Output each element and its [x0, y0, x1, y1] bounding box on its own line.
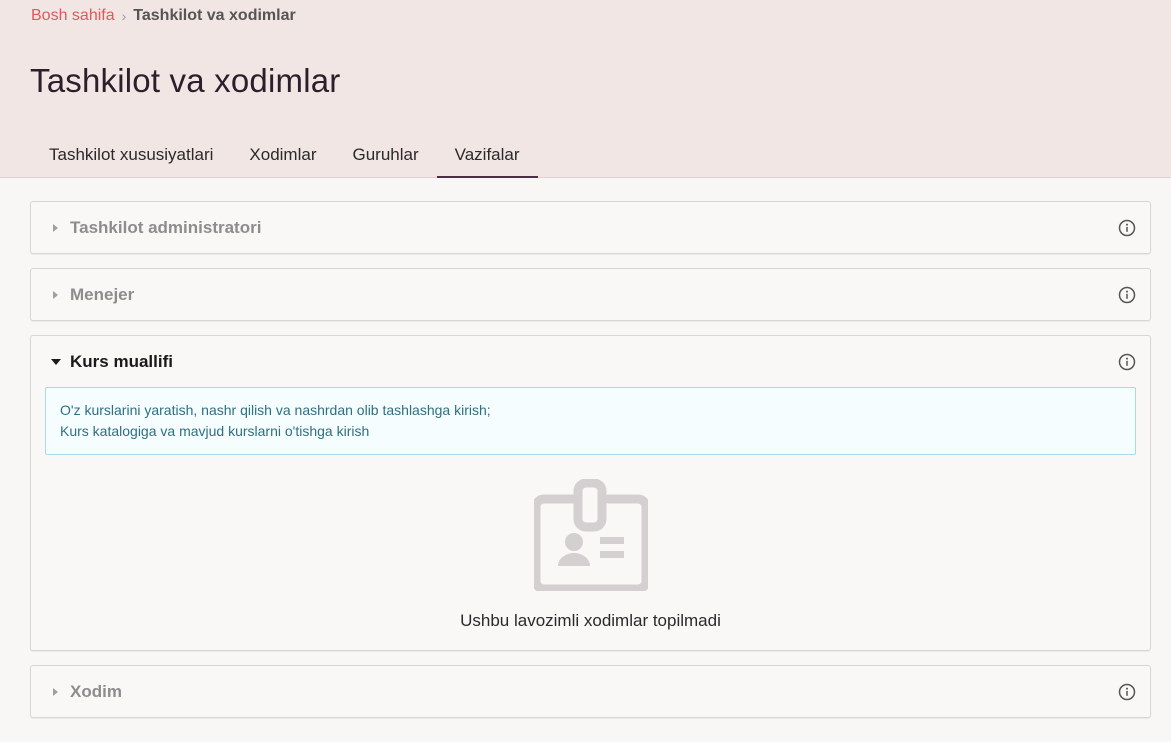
empty-state-text: Ushbu lavozimli xodimlar topilmadi [460, 611, 721, 630]
breadcrumb-home-link[interactable]: Bosh sahifa [31, 6, 115, 26]
tab-bar: Tashkilot xususiyatlari Xodimlar Guruhla… [31, 134, 538, 178]
tab-roles[interactable]: Vazifalar [436, 134, 538, 178]
role-panel-employee: Xodim [30, 665, 1151, 718]
role-panel-header[interactable]: Menejer [31, 269, 1150, 320]
role-panel-header[interactable]: Tashkilot administratori [31, 202, 1150, 253]
caret-right-icon [53, 290, 58, 299]
page-header: Bosh sahifa › Tashkilot va xodimlar Tash… [0, 0, 1171, 178]
role-title: Kurs muallifi [70, 351, 173, 371]
caret-down-icon [51, 358, 61, 365]
role-panel-org-admin: Tashkilot administratori [30, 201, 1151, 254]
role-description-line: Kurs katalogiga va mavjud kurslarni o'ti… [60, 423, 370, 439]
info-icon[interactable] [1117, 218, 1137, 238]
caret-right-icon [53, 223, 58, 232]
role-panel-manager: Menejer [30, 268, 1151, 321]
role-panel-course-author: Kurs muallifi O'z kurslarini yaratish, n… [30, 335, 1151, 651]
info-icon[interactable] [1117, 285, 1137, 305]
breadcrumb: Bosh sahifa › Tashkilot va xodimlar [31, 6, 296, 26]
tab-organization-properties[interactable]: Tashkilot xususiyatlari [31, 134, 231, 178]
tab-groups[interactable]: Guruhlar [335, 134, 437, 178]
role-title: Xodim [70, 681, 122, 701]
breadcrumb-current: Tashkilot va xodimlar [133, 7, 296, 24]
role-title: Menejer [70, 284, 135, 304]
caret-right-icon [53, 687, 58, 696]
tab-employees[interactable]: Xodimlar [231, 134, 334, 178]
role-panel-header[interactable]: Kurs muallifi [31, 336, 1150, 387]
empty-state: Ushbu lavozimli xodimlar topilmadi [31, 479, 1150, 631]
role-description: O'z kurslarini yaratish, nashr qilish va… [45, 387, 1136, 455]
id-badge-icon [533, 479, 648, 591]
page-title: Tashkilot va xodimlar [30, 62, 341, 99]
role-description-line: O'z kurslarini yaratish, nashr qilish va… [60, 402, 491, 418]
info-icon[interactable] [1117, 682, 1137, 702]
role-title: Tashkilot administratori [70, 217, 262, 237]
breadcrumb-separator: › [121, 8, 127, 24]
role-panel-header[interactable]: Xodim [31, 666, 1150, 717]
info-icon[interactable] [1117, 352, 1137, 372]
